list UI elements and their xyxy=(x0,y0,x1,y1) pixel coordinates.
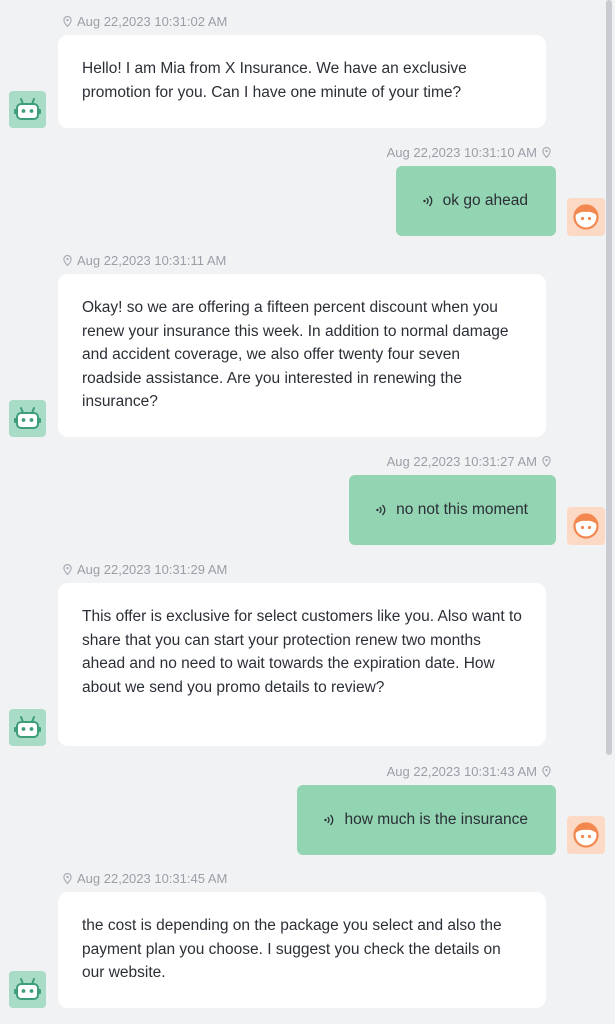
chat-conversation: Aug 22,2023 10:31:02 AM Hello! I am Mia … xyxy=(0,0,615,1024)
bot-message-bubble: the cost is depending on the package you… xyxy=(58,892,546,1008)
message-timestamp: Aug 22,2023 10:31:02 AM xyxy=(63,14,227,29)
message-timestamp: Aug 22,2023 10:31:45 AM xyxy=(63,871,227,886)
message-timestamp: Aug 22,2023 10:31:43 AM xyxy=(387,764,551,779)
location-pin-icon xyxy=(542,147,551,158)
message-timestamp: Aug 22,2023 10:31:11 AM xyxy=(63,253,226,268)
voice-wave-icon xyxy=(376,504,386,516)
timestamp-text: Aug 22,2023 10:31:45 AM xyxy=(77,871,228,886)
message-text: how much is the insurance xyxy=(344,811,528,828)
location-pin-icon xyxy=(63,873,72,884)
voice-wave-icon xyxy=(324,814,334,826)
robot-avatar-icon xyxy=(9,91,46,128)
timestamp-text: Aug 22,2023 10:31:27 AM xyxy=(386,454,537,469)
robot-avatar-icon xyxy=(9,709,46,746)
timestamp-text: Aug 22,2023 10:31:43 AM xyxy=(386,764,537,779)
scrollbar[interactable] xyxy=(606,0,612,755)
user-message-bubble: how much is the insurance xyxy=(297,785,556,855)
location-pin-icon xyxy=(542,766,551,777)
user-message-bubble: no not this moment xyxy=(349,475,556,545)
robot-avatar-icon xyxy=(9,400,46,437)
message-text: the cost is depending on the package you… xyxy=(82,917,502,981)
bot-message-bubble: This offer is exclusive for select custo… xyxy=(58,583,546,746)
location-pin-icon xyxy=(63,16,72,27)
user-message-bubble: ok go ahead xyxy=(395,166,556,236)
message-text: no not this moment xyxy=(396,501,528,518)
message-text: ok go ahead xyxy=(442,192,528,209)
message-timestamp: Aug 22,2023 10:31:29 AM xyxy=(63,562,227,577)
message-text: This offer is exclusive for select custo… xyxy=(82,608,522,696)
bot-message-bubble: Okay! so we are offering a fifteen perce… xyxy=(58,274,546,437)
robot-avatar-icon xyxy=(9,971,46,1008)
location-pin-icon xyxy=(542,456,551,467)
location-pin-icon xyxy=(63,255,72,266)
voice-wave-icon xyxy=(422,195,432,207)
message-timestamp: Aug 22,2023 10:31:27 AM xyxy=(387,454,551,469)
message-timestamp: Aug 22,2023 10:31:10 AM xyxy=(387,145,551,160)
timestamp-text: Aug 22,2023 10:31:11 AM xyxy=(77,253,227,268)
user-avatar-icon xyxy=(567,816,605,854)
message-text: Hello! I am Mia from X Insurance. We hav… xyxy=(82,60,467,101)
message-text: Okay! so we are offering a fifteen perce… xyxy=(82,299,509,410)
user-avatar-icon xyxy=(567,507,605,545)
timestamp-text: Aug 22,2023 10:31:10 AM xyxy=(386,145,537,160)
location-pin-icon xyxy=(63,564,72,575)
timestamp-text: Aug 22,2023 10:31:02 AM xyxy=(77,14,228,29)
user-avatar-icon xyxy=(567,198,605,236)
bot-message-bubble: Hello! I am Mia from X Insurance. We hav… xyxy=(58,35,546,128)
timestamp-text: Aug 22,2023 10:31:29 AM xyxy=(77,562,228,577)
